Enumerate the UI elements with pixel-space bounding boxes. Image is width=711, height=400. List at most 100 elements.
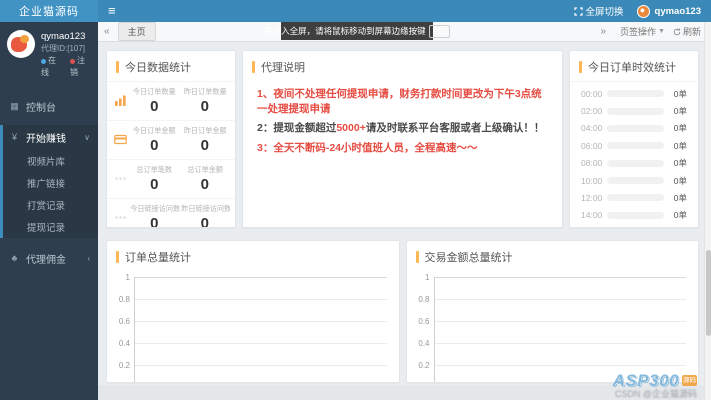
tabs-scroll-right-icon[interactable]: »	[594, 26, 612, 37]
y-tick-label: 0.6	[118, 317, 130, 326]
sidebar-item[interactable]: 打赏记录	[3, 194, 98, 216]
status-online[interactable]: 在线	[41, 55, 63, 77]
agent-id-label: 代理ID:[107]	[41, 44, 86, 54]
sidebar-item[interactable]: 提现记录	[3, 216, 98, 238]
time-label: 06:00	[581, 140, 603, 151]
sidebar-item-dashboard[interactable]: ▦ 控制台	[0, 94, 98, 119]
logout-link[interactable]: 注销	[70, 55, 92, 77]
ellipsis-icon	[112, 172, 129, 185]
panel-title: 订单总量统计	[107, 241, 399, 271]
tabs-scroll-left-icon[interactable]: «	[98, 26, 116, 37]
fullscreen-icon	[573, 6, 583, 16]
page-operations-label: 页签操作	[620, 27, 657, 37]
tooltip-key-f11: F11	[428, 24, 450, 38]
chevron-left-icon: ‹	[87, 253, 90, 263]
sidebar-group-header[interactable]: ¥ 开始赚钱 ∨	[3, 125, 98, 150]
credit-card-icon	[112, 133, 129, 146]
refresh-label: 刷新	[682, 27, 701, 37]
chevron-down-icon: ▼	[658, 28, 665, 35]
notice-text: 2：提现金额超过	[257, 122, 337, 135]
sidebar-toggle-icon[interactable]: ≡	[98, 0, 126, 22]
panel-title: 今日数据统计	[107, 51, 235, 81]
stat-item: 昨日订单数量 0	[180, 86, 231, 115]
refresh-button[interactable]: 刷新	[673, 25, 701, 38]
sidebar-item-label: 开始赚钱	[26, 133, 66, 145]
sidebar-item[interactable]: 视频片库	[3, 150, 98, 172]
time-bar	[607, 124, 664, 132]
avatar[interactable]	[7, 30, 35, 58]
fullscreen-tooltip: 要进入全屏，请将鼠标移动到屏幕边缘按键 F11	[264, 22, 450, 40]
tab-bar-actions: » 页签操作 ▼ 刷新	[594, 25, 711, 38]
time-value: 0单	[673, 106, 687, 117]
time-label: 12:00	[581, 192, 603, 203]
time-bar	[607, 142, 664, 150]
user-status-row: 在线 注销	[41, 55, 92, 77]
user-avatar[interactable]	[636, 4, 650, 18]
gridline	[434, 299, 686, 300]
time-value: 0单	[673, 158, 687, 169]
gridline	[135, 321, 387, 322]
top-panels-row: 今日数据统计 今日订单数量 0 昨日订单数量 0 今日订单金额 0 昨日订单金额 0 总订单笔数…	[106, 50, 699, 228]
sidebar-group-header[interactable]: ♣ 代理佣金 ‹	[0, 246, 98, 271]
club-icon: ♣	[11, 253, 18, 264]
transaction-total-chart: 1 0.8 0.6 0.4 0.2	[418, 273, 686, 382]
y-tick-label: 0.2	[418, 361, 430, 370]
timeline-row: 00:00 0单	[571, 85, 697, 102]
time-bar	[607, 90, 664, 98]
y-tick-label: 0.4	[118, 339, 130, 348]
sidebar-group-0: ¥ 开始赚钱 ∨ 视频片库 推广链接 打赏记录 提现记录	[0, 124, 98, 238]
sidebar-item-label: 代理佣金	[26, 254, 66, 266]
timeline-row: 12:00 0单	[571, 189, 697, 206]
submenu: 视频片库 推广链接 打赏记录 提现记录	[3, 150, 98, 238]
time-value: 0单	[673, 210, 687, 221]
tab-home[interactable]: 主页	[117, 22, 156, 41]
logout-dot-icon	[70, 58, 75, 64]
notice-line: 3：全天不断码-24小时值班人员，全程高速～～	[247, 141, 558, 156]
stat-label: 昨日链接访问数	[180, 204, 230, 213]
panel-title: 交易金额总量统计	[407, 241, 699, 271]
time-label: 04:00	[581, 123, 603, 134]
gridline	[135, 365, 387, 366]
timeline-rows: 00:00 0单 02:00 0单 04:00 0单 06:00 0单 08:00 0单 10:00…	[571, 81, 697, 227]
gridline	[434, 321, 686, 322]
sidebar-user-panel: qymao123 代理ID:[107] 在线 注销	[0, 22, 98, 84]
panel-order-total-chart: 订单总量统计 1 0.8 0.6 0.4 0.2	[106, 240, 400, 383]
sidebar-group-1: ♣ 代理佣金 ‹	[0, 246, 98, 271]
yen-icon: ¥	[11, 132, 17, 143]
gridline	[434, 343, 686, 344]
stat-value: 0	[200, 215, 209, 228]
main-content: 今日数据统计 今日订单数量 0 昨日订单数量 0 今日订单金额 0 昨日订单金额 0 总订单笔数…	[98, 42, 704, 400]
timeline-row: 02:00 0单	[571, 102, 697, 119]
stat-row: 今日订单数量 0 昨日订单数量 0	[107, 81, 235, 120]
scrollbar-thumb[interactable]	[706, 250, 711, 336]
user-meta: qymao123 代理ID:[107] 在线 注销	[41, 30, 92, 78]
time-bar	[607, 211, 664, 219]
page-scrollbar[interactable]	[704, 22, 711, 400]
page-operations-dropdown[interactable]: 页签操作 ▼	[620, 25, 665, 38]
time-bar	[607, 159, 664, 167]
y-tick-label: 1	[425, 273, 430, 282]
y-tick-label: 0.4	[418, 339, 430, 348]
y-tick-label: 0.8	[418, 295, 430, 304]
panel-title: 代理说明	[243, 51, 562, 81]
stat-value: 0	[150, 176, 159, 193]
sidebar-username: qymao123	[41, 31, 86, 42]
stat-row: 今日订单金额 0 昨日订单金额 0	[107, 120, 235, 159]
fullscreen-toggle-button[interactable]: 全屏切换	[573, 4, 624, 18]
notice-line: 2：提现金额超过5000+请及时联系平台客服或者上级确认！！	[247, 121, 558, 136]
sidebar-item[interactable]: 推广链接	[3, 172, 98, 194]
time-value: 0单	[673, 88, 687, 99]
notice-text: 5000+	[336, 122, 366, 135]
timeline-row: 06:00 0单	[571, 137, 697, 154]
stat-label: 总订单金额	[186, 165, 223, 174]
username[interactable]: qymao123	[655, 6, 701, 17]
stat-value: 0	[200, 176, 209, 193]
y-tick-label: 0.2	[118, 361, 130, 370]
stat-value: 0	[150, 137, 159, 154]
online-dot-icon	[41, 58, 46, 64]
stat-item: 昨日订单金额 0	[180, 125, 231, 154]
stat-item: 今日链接访问数 0	[129, 203, 179, 227]
chart-panels-row: 订单总量统计 1 0.8 0.6 0.4 0.2 交易金额总量统计 1 0.8 0.6 0.4…	[106, 240, 699, 383]
time-bar	[607, 194, 664, 202]
timeline-row: 04:00 0单	[571, 120, 697, 137]
